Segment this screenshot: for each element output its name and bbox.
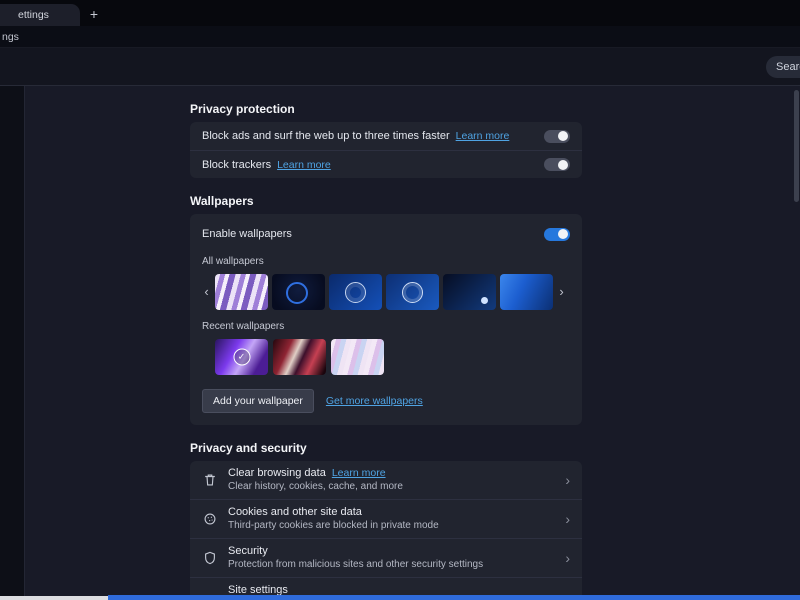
learn-more-link[interactable]: Learn more [277, 159, 331, 171]
trash-icon [202, 472, 218, 488]
enable-wallpapers-label: Enable wallpapers [202, 228, 292, 240]
red-abstract-wallpaper-thumb[interactable] [273, 339, 326, 375]
settings-page-header: Search [0, 48, 800, 86]
learn-more-link[interactable]: Learn more [332, 467, 386, 479]
wallpapers-carousel: ‹ › [202, 274, 570, 310]
bottom-edge-light-strip [0, 596, 108, 600]
security-row[interactable]: Security Protection from malicious sites… [190, 538, 582, 577]
wallpapers-heading: Wallpapers [190, 194, 254, 208]
purple-swirl-wallpaper-thumb-selected[interactable]: ✓ [215, 339, 268, 375]
privacy-protection-heading: Privacy protection [190, 102, 295, 116]
block-ads-row: Block ads and surf the web up to three t… [190, 122, 582, 150]
tab-bar: ettings + [0, 0, 800, 26]
purple-marble-wallpaper-thumb[interactable] [215, 274, 268, 310]
carousel-next-icon[interactable]: › [557, 274, 566, 310]
setting-subtitle: Clear history, cookies, cache, and more [228, 481, 403, 492]
wallpapers-card: Enable wallpapers All wallpapers ‹ › Rec… [190, 214, 582, 425]
blue-wave-logo-wallpaper-thumb[interactable] [329, 274, 382, 310]
setting-title: Security [228, 545, 268, 557]
setting-text: Cookies and other site data Third-party … [228, 506, 555, 532]
settings-main: Privacy protection Block ads and surf th… [0, 86, 800, 600]
privacy-security-card: Clear browsing data Learn more Clear his… [190, 461, 582, 600]
block-trackers-row: Block trackers Learn more [190, 150, 582, 178]
recent-wallpapers-label: Recent wallpapers [202, 321, 285, 332]
setting-title: Clear browsing data [228, 467, 326, 479]
toggle-knob [558, 159, 568, 170]
chevron-right-icon: › [565, 511, 570, 527]
get-more-wallpapers-link[interactable]: Get more wallpapers [326, 395, 423, 407]
block-trackers-toggle[interactable] [544, 158, 570, 171]
privacy-security-heading: Privacy and security [190, 441, 307, 455]
settings-content: Privacy protection Block ads and surf th… [190, 86, 582, 600]
setting-text: Clear browsing data Learn more Clear his… [228, 467, 555, 493]
shield-icon [202, 550, 218, 566]
blue-circle-logo-wallpaper-thumb[interactable] [386, 274, 439, 310]
toggle-knob [558, 131, 568, 141]
recent-wallpapers-row: ✓ [202, 339, 570, 375]
address-text: ngs [2, 30, 19, 43]
chevron-right-icon: › [565, 550, 570, 566]
setting-title: Cookies and other site data [228, 506, 362, 518]
sidebar [0, 86, 25, 600]
chevron-right-icon: › [565, 472, 570, 488]
tab-settings[interactable]: ettings [0, 4, 80, 26]
learn-more-link[interactable]: Learn more [456, 130, 510, 142]
cookie-icon [202, 511, 218, 527]
dark-blue-wallpaper-thumb[interactable] [443, 274, 496, 310]
search-placeholder: Search [776, 61, 800, 73]
dark-ring-wallpaper-thumb[interactable] [272, 274, 325, 310]
enable-wallpapers-row: Enable wallpapers [202, 223, 570, 245]
setting-text: Security Protection from malicious sites… [228, 545, 555, 571]
add-wallpaper-button[interactable]: Add your wallpaper [202, 389, 314, 413]
vertical-scrollbar[interactable] [794, 90, 799, 202]
blue-gradient-wallpaper-thumb[interactable] [500, 274, 553, 310]
bottom-edge-blue-strip [108, 595, 800, 600]
wallpaper-actions: Add your wallpaper Get more wallpapers [202, 389, 570, 413]
enable-wallpapers-toggle[interactable] [544, 227, 570, 241]
cookies-site-data-row[interactable]: Cookies and other site data Third-party … [190, 499, 582, 538]
new-tab-button[interactable]: + [84, 5, 104, 23]
block-ads-toggle[interactable] [544, 129, 570, 143]
toggle-knob [558, 229, 568, 239]
setting-subtitle: Protection from malicious sites and othe… [228, 559, 484, 570]
privacy-protection-card: Block ads and surf the web up to three t… [190, 122, 582, 178]
carousel-prev-icon[interactable]: ‹ [202, 274, 211, 310]
all-wallpapers-label: All wallpapers [202, 256, 264, 267]
browser-window: ettings + ngs Search Privacy protection … [0, 0, 800, 600]
address-bar: ngs [0, 26, 800, 48]
check-glyph: ✓ [237, 351, 246, 362]
clear-browsing-data-row[interactable]: Clear browsing data Learn more Clear his… [190, 461, 582, 499]
setting-subtitle: Third-party cookies are blocked in priva… [228, 520, 439, 531]
block-ads-label: Block ads and surf the web up to three t… [202, 130, 450, 142]
search-settings-input[interactable]: Search [766, 56, 800, 78]
tab-title: ettings [18, 9, 49, 21]
block-trackers-label: Block trackers [202, 158, 272, 171]
pink-stripes-wallpaper-thumb[interactable] [331, 339, 384, 375]
selected-check-icon: ✓ [233, 348, 250, 366]
